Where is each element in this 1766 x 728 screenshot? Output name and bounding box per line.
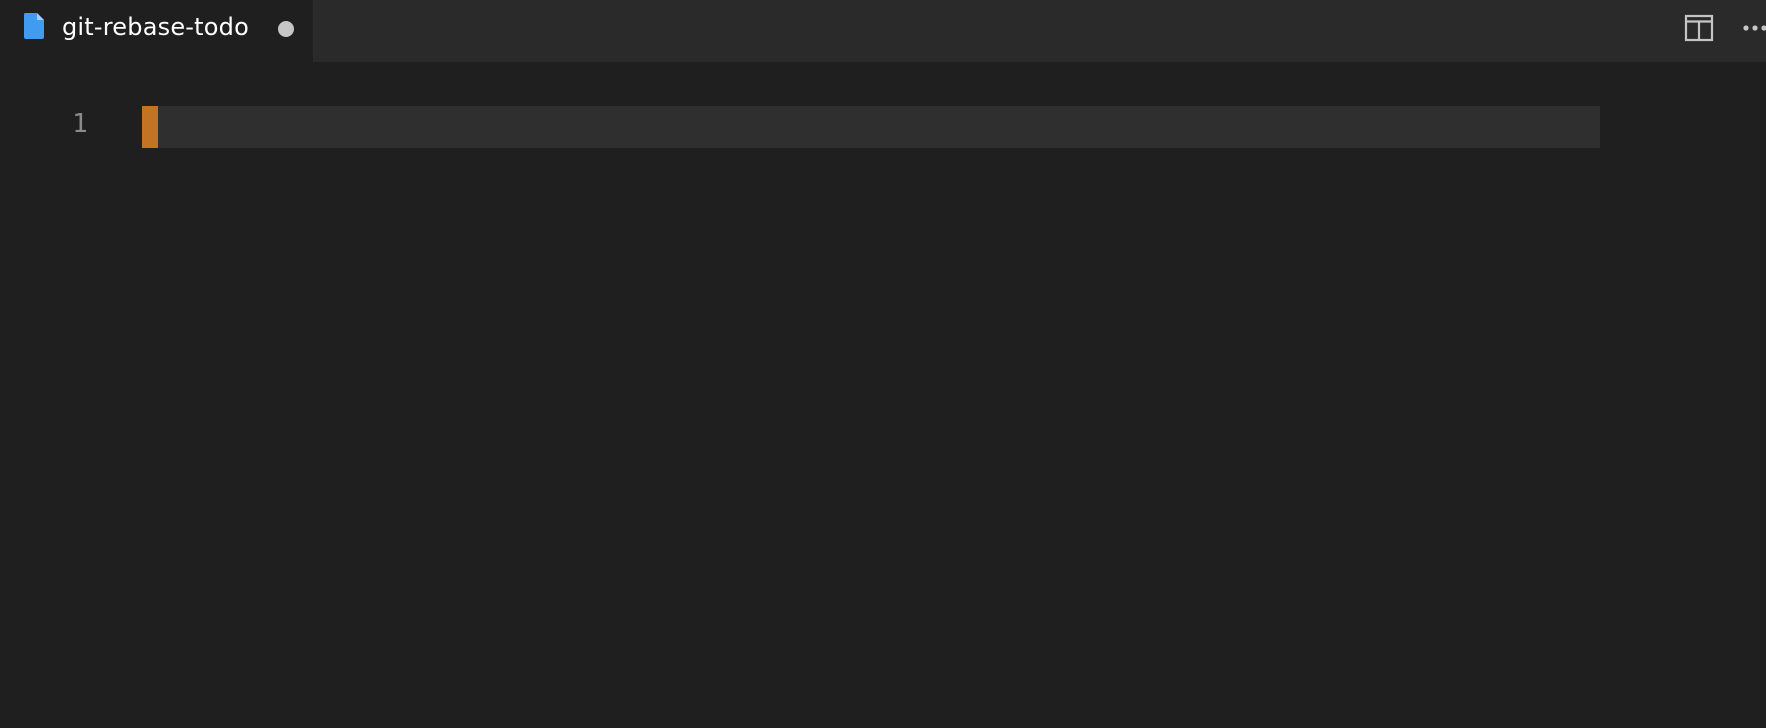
text-cursor bbox=[142, 106, 158, 148]
tab-bar: git-rebase-todo bbox=[0, 0, 1766, 62]
unsaved-changes-dot-icon[interactable] bbox=[278, 21, 294, 37]
tab-title: git-rebase-todo bbox=[62, 13, 249, 41]
more-actions-icon[interactable] bbox=[1742, 14, 1766, 42]
editor-text-line[interactable] bbox=[142, 106, 1600, 148]
line-number: 1 bbox=[72, 109, 88, 139]
editor-pane[interactable]: 1 bbox=[0, 62, 1766, 728]
file-icon bbox=[22, 12, 46, 40]
editor-window: git-rebase-todo 1 bbox=[0, 0, 1766, 728]
tab-git-rebase-todo[interactable]: git-rebase-todo bbox=[0, 0, 314, 62]
split-editor-icon[interactable] bbox=[1684, 14, 1714, 42]
